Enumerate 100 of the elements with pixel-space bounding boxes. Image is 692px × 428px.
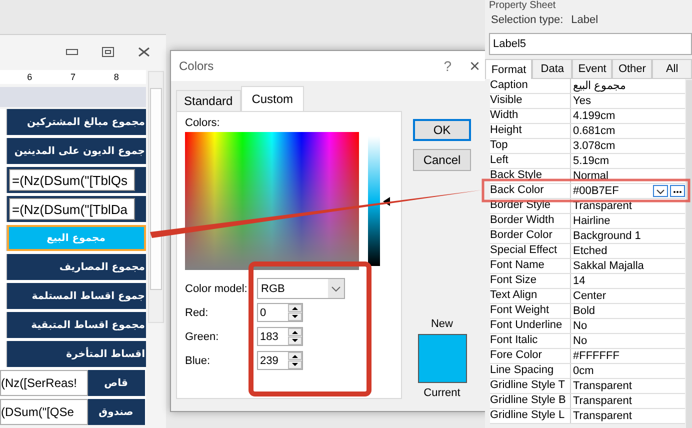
ruler-number: 7 xyxy=(70,72,76,82)
form-label[interactable]: مجموع اقساط المتبقية xyxy=(7,312,146,338)
scrollbar[interactable] xyxy=(686,80,692,428)
property-name: Font Italic xyxy=(490,334,571,348)
form-label[interactable]: مجموع مبالغ المشتركين xyxy=(7,109,146,135)
dialog-button[interactable]: OK xyxy=(413,119,471,141)
object-dropdown[interactable]: Label5 xyxy=(489,33,692,55)
ruler-number: 8 xyxy=(114,72,119,82)
restore-icon[interactable] xyxy=(102,47,114,57)
spin-arrows-icon[interactable] xyxy=(288,352,302,369)
dialog-button[interactable]: Cancel xyxy=(413,149,471,171)
tab[interactable]: Data xyxy=(532,59,572,79)
spin-arrows-icon[interactable] xyxy=(288,304,302,321)
property-name: Text Align xyxy=(490,289,571,303)
property-name: Gridline Style T xyxy=(490,379,571,393)
color-model-label: Color model: xyxy=(185,282,248,294)
property-value[interactable]: Transparent xyxy=(571,199,685,213)
property-name: Back Style xyxy=(490,169,571,183)
property-name: Left xyxy=(490,154,571,168)
property-name: Top xyxy=(490,139,571,153)
text-box[interactable]: =(Nz(DSum("[TblQs xyxy=(9,169,135,191)
property-value[interactable]: Hairline xyxy=(571,214,685,228)
property-value[interactable]: #FFFFFF xyxy=(571,349,685,363)
property-value[interactable]: Transparent xyxy=(571,379,685,393)
property-name: Back Color xyxy=(490,184,571,198)
colors-label: Colors: xyxy=(185,117,221,129)
property-value[interactable]: 4.199cm xyxy=(571,109,685,123)
color-model-dropdown[interactable]: RGB xyxy=(257,278,345,299)
scrollbar[interactable] xyxy=(148,71,164,323)
tab[interactable]: Standard xyxy=(176,90,241,111)
property-value[interactable]: #00B7EF xyxy=(571,184,685,198)
property-value[interactable]: Transparent xyxy=(571,409,685,423)
property-name: Gridline Style L xyxy=(490,409,571,423)
tab[interactable]: Custom xyxy=(240,86,304,111)
property-name: Height xyxy=(490,124,571,138)
color-swatch xyxy=(418,334,466,383)
property-value[interactable]: Center xyxy=(571,289,685,303)
property-name: Font Name xyxy=(490,259,571,273)
tab[interactable]: All xyxy=(652,59,692,79)
property-value[interactable]: Background 1 xyxy=(571,229,685,243)
property-value[interactable]: 3.078cm xyxy=(571,139,685,153)
form-label[interactable]: مجموع المصاريف xyxy=(7,254,146,280)
form-label[interactable]: قاص xyxy=(88,370,145,396)
property-name: Border Style xyxy=(490,199,571,213)
close-icon[interactable] xyxy=(138,47,150,57)
property-value[interactable]: Transparent xyxy=(571,394,685,408)
channel-label: Green: xyxy=(185,330,220,342)
dialog-title: Colors xyxy=(179,59,215,73)
property-value[interactable]: Bold xyxy=(571,304,685,318)
current-label: Current xyxy=(424,387,460,399)
form-label[interactable]: صندوق xyxy=(88,399,145,425)
property-name: Fore Color xyxy=(490,349,571,363)
property-name: Caption xyxy=(490,79,571,93)
luminance-bar[interactable] xyxy=(368,136,380,266)
selection-type-label: Selection type: xyxy=(491,14,564,26)
help-button[interactable]: ? xyxy=(444,58,452,74)
channel-label: Blue: xyxy=(185,354,212,366)
new-label: New xyxy=(430,318,453,330)
property-value[interactable]: Normal xyxy=(571,169,685,183)
chevron-down-icon[interactable] xyxy=(653,185,668,197)
channel-label: Red: xyxy=(185,306,210,318)
property-name: Border Color xyxy=(490,229,571,243)
ellipsis-icon[interactable] xyxy=(670,185,685,197)
panel-title: Property Sheet xyxy=(488,0,557,11)
text-box[interactable]: (Nz([SerReas! xyxy=(0,370,88,396)
property-name: Font Underline xyxy=(490,319,571,333)
property-value[interactable]: No xyxy=(571,319,685,333)
spin-arrows-icon[interactable] xyxy=(288,328,302,345)
property-name: Visible xyxy=(490,94,571,108)
text-box[interactable]: =(Nz(DSum("[TblDa xyxy=(9,198,135,220)
property-value[interactable]: No xyxy=(571,334,685,348)
form-label[interactable]: جموع الديون على المدينين xyxy=(7,138,146,164)
property-value[interactable]: 0.681cm xyxy=(571,124,685,138)
property-name: Font Size xyxy=(490,274,571,288)
property-value[interactable]: 14 xyxy=(571,274,685,288)
property-value[interactable]: 0cm xyxy=(571,364,685,378)
chevron-down-icon xyxy=(328,279,344,298)
property-value[interactable]: Sakkal Majalla xyxy=(571,259,685,273)
text-box[interactable]: (DSum("[QSe xyxy=(0,399,88,425)
tab[interactable]: Other xyxy=(612,59,652,79)
close-button[interactable]: × xyxy=(469,56,480,76)
property-name: Special Effect xyxy=(490,244,571,258)
number-spinner[interactable]: 0 xyxy=(257,303,303,322)
property-value[interactable]: Etched xyxy=(571,244,685,258)
property-name: Width xyxy=(490,109,571,123)
property-value[interactable]: Yes xyxy=(571,94,685,108)
minimize-icon[interactable] xyxy=(66,49,78,55)
property-value[interactable]: 5.19cm xyxy=(571,154,685,168)
property-name: Font Weight xyxy=(490,304,571,318)
selection-type-value: Label xyxy=(571,14,598,26)
tab[interactable]: Format xyxy=(485,59,532,79)
property-name: Gridline Style B xyxy=(490,394,571,408)
form-label[interactable]: جموع اقساط المستلمة xyxy=(7,283,146,309)
form-label[interactable]: اقساط المتأخرة xyxy=(7,341,146,367)
number-spinner[interactable]: 183 xyxy=(257,327,303,346)
property-value[interactable]: مجموع البيع xyxy=(571,79,685,93)
color-spectrum[interactable] xyxy=(185,132,359,270)
number-spinner[interactable]: 239 xyxy=(257,351,303,370)
ruler-number: 6 xyxy=(27,72,32,82)
tab[interactable]: Event xyxy=(572,59,612,79)
